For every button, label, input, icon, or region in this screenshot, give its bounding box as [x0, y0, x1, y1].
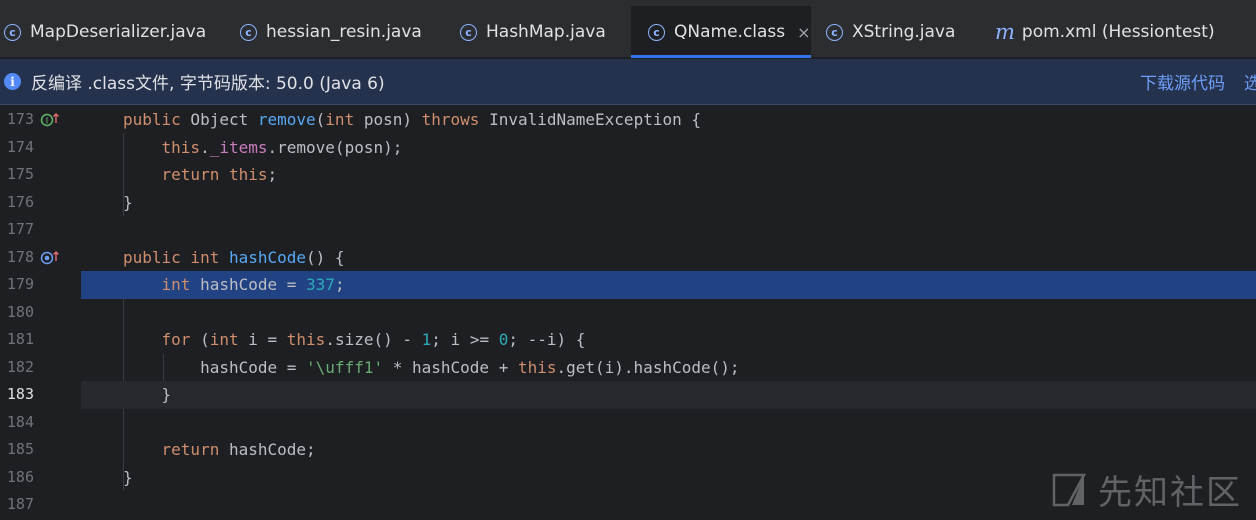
- tab-mapdeserializer[interactable]: c MapDeserializer.java: [0, 6, 226, 58]
- class-icon: c: [648, 23, 665, 41]
- maven-icon: m: [995, 20, 1015, 44]
- line-number: 180: [6, 302, 34, 321]
- code-text: }: [123, 467, 133, 487]
- xianzhi-logo-icon: [1052, 473, 1087, 506]
- svg-text:I: I: [46, 117, 49, 127]
- tab-hessian-resin[interactable]: c hessian_resin.java: [226, 6, 443, 58]
- line-number: 175: [6, 165, 34, 183]
- line-number: 174: [6, 137, 34, 156]
- code-line[interactable]: 185 return hashCode;: [0, 436, 1256, 464]
- line-number: 185: [6, 440, 34, 458]
- code-line[interactable]: 181 for (int i = this.size() - 1; i >= 0…: [0, 326, 1256, 354]
- implementing-method-icon[interactable]: I: [40, 111, 62, 129]
- line-number: 177: [6, 220, 34, 238]
- watermark-text: 先知社区: [1098, 473, 1242, 513]
- download-source-link[interactable]: 下载源代码: [1140, 69, 1225, 94]
- code-text: return hashCode;: [161, 440, 316, 459]
- code-line[interactable]: 182 hashCode = '\ufff1' * hashCode + thi…: [0, 354, 1256, 382]
- code-line[interactable]: 184: [0, 409, 1256, 437]
- code-text: }: [123, 385, 172, 404]
- close-icon[interactable]: ×: [797, 23, 810, 42]
- code-text: return this;: [161, 165, 278, 184]
- line-number: 173: [6, 110, 34, 128]
- code-line[interactable]: 175 return this;: [0, 161, 1256, 189]
- tab-label: hessian_resin.java: [266, 22, 422, 42]
- line-number: 179: [6, 275, 34, 293]
- class-icon: c: [460, 23, 477, 41]
- line-number: 187: [6, 495, 34, 513]
- code-text: int hashCode = 337;: [161, 275, 345, 294]
- tab-label: XString.java: [852, 22, 956, 42]
- code-text: public int hashCode() {: [123, 247, 345, 267]
- code-line[interactable]: 174 this._items.remove(posn);: [0, 134, 1256, 162]
- editor-tab-bar: c MapDeserializer.java c hessian_resin.j…: [0, 6, 1256, 58]
- code-line[interactable]: 180: [0, 299, 1256, 327]
- tab-label: HashMap.java: [486, 22, 606, 42]
- code-line[interactable]: 173 I public Object remove(int posn) thr…: [0, 106, 1256, 134]
- decompiled-info-banner: i 反编译 .class文件, 字节码版本: 50.0 (Java 6) 下载源…: [0, 59, 1256, 105]
- tab-label: MapDeserializer.java: [30, 22, 207, 42]
- tab-qname[interactable]: c QName.class ×: [631, 6, 811, 58]
- info-icon: i: [4, 73, 21, 90]
- class-icon: c: [240, 23, 257, 41]
- choose-source-link[interactable]: 选: [1244, 69, 1256, 94]
- code-line[interactable]: 177: [0, 216, 1256, 244]
- code-text: for (int i = this.size() - 1; i >= 0; --…: [161, 330, 586, 349]
- watermark: 先知社区: [1050, 465, 1242, 514]
- tab-pom[interactable]: m pom.xml (Hessiontest): [981, 6, 1256, 58]
- line-number: 186: [6, 467, 34, 486]
- code-editor[interactable]: 173 I public Object remove(int posn) thr…: [0, 106, 1256, 520]
- code-text: }: [123, 192, 133, 212]
- tab-label: pom.xml (Hessiontest): [1021, 22, 1215, 42]
- code-line[interactable]: 178 public int hashCode() {: [0, 244, 1256, 272]
- override-method-icon[interactable]: [40, 249, 62, 267]
- tab-xstring[interactable]: c XString.java: [811, 6, 981, 58]
- banner-text: 反编译 .class文件, 字节码版本: 50.0 (Java 6): [31, 74, 385, 94]
- code-line-caret[interactable]: 183 }: [0, 381, 1256, 409]
- line-number: 182: [6, 357, 34, 376]
- line-number: 176: [6, 192, 34, 211]
- line-number: 178: [6, 247, 34, 266]
- line-number: 181: [6, 330, 34, 348]
- class-icon: c: [826, 23, 843, 41]
- line-number: 184: [6, 412, 34, 431]
- code-text: this._items.remove(posn);: [161, 137, 403, 157]
- code-line-selected[interactable]: 179 int hashCode = 337;: [0, 271, 1256, 299]
- code-text: hashCode = '\ufff1' * hashCode + this.ge…: [123, 357, 740, 377]
- tab-hashmap[interactable]: c HashMap.java: [443, 6, 631, 58]
- line-number: 183: [6, 385, 34, 403]
- code-text: public Object remove(int posn) throws In…: [123, 110, 701, 129]
- tab-label: QName.class: [674, 22, 786, 42]
- code-line[interactable]: 176 }: [0, 189, 1256, 217]
- class-icon: c: [4, 23, 21, 41]
